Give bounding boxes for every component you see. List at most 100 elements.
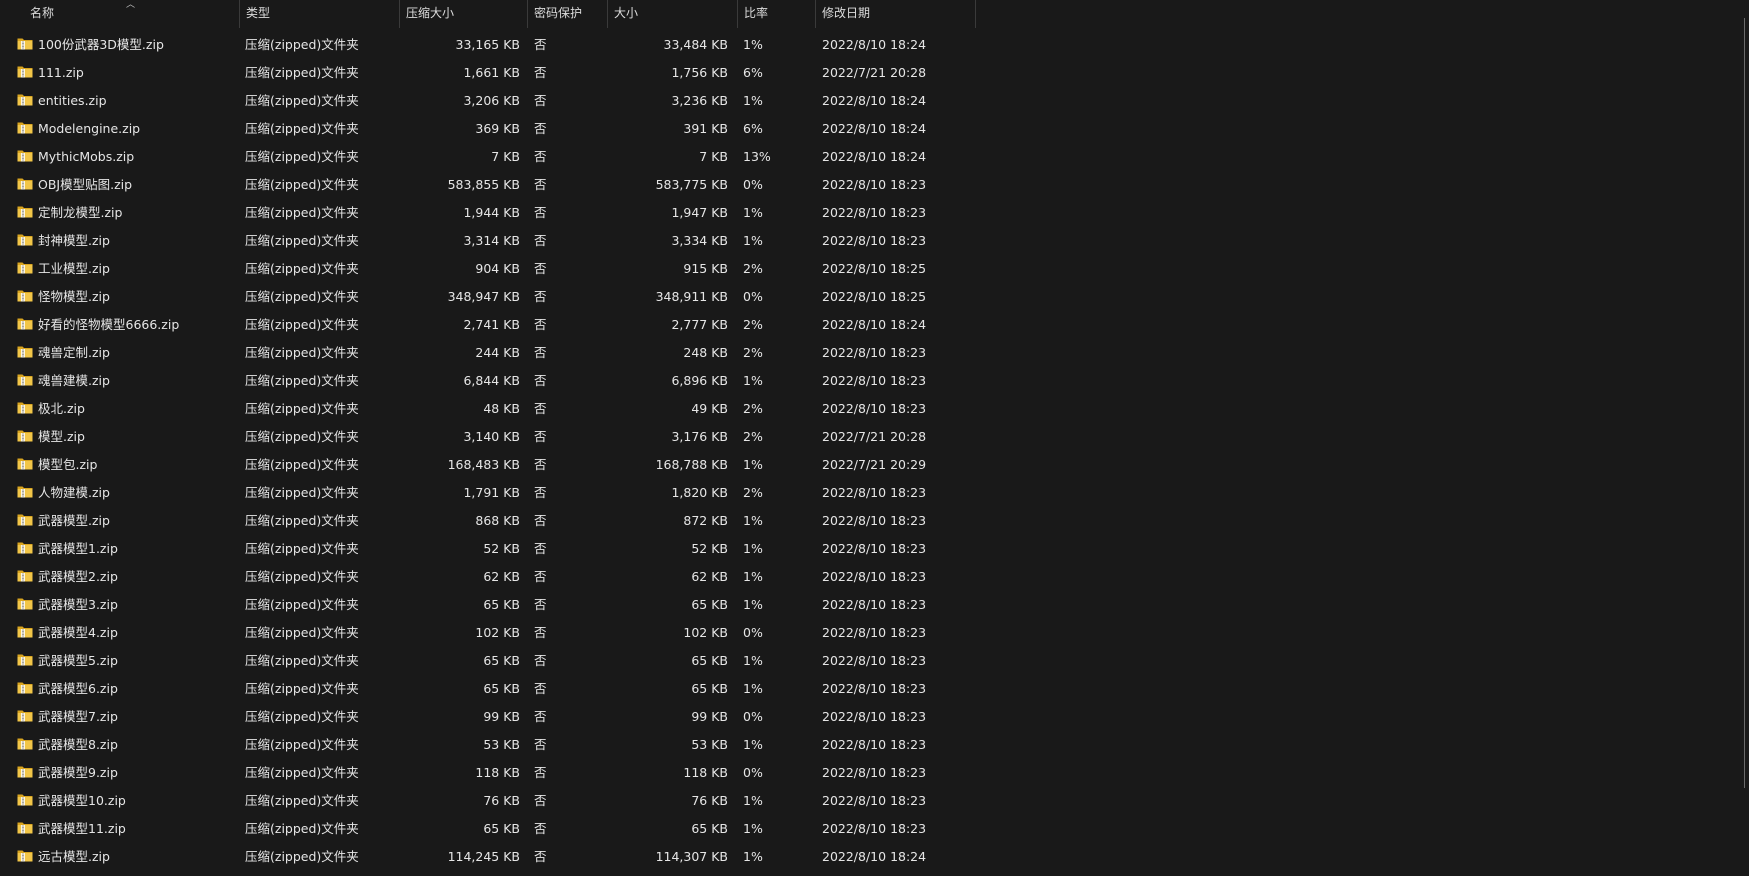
modified-date: 2022/7/21 20:29 [822, 457, 927, 472]
file-name: 111.zip [38, 65, 84, 80]
table-row[interactable]: 武器模型7.zip 压缩(zipped)文件夹 99 KB 否 99 KB 0%… [0, 705, 980, 733]
table-row[interactable]: 极北.zip 压缩(zipped)文件夹 48 KB 否 49 KB 2% 20… [0, 397, 980, 425]
file-name-cell: entities.zip [17, 89, 237, 117]
table-row[interactable]: 模型包.zip 压缩(zipped)文件夹 168,483 KB 否 168,7… [0, 453, 980, 481]
table-row[interactable]: Modelengine.zip 压缩(zipped)文件夹 369 KB 否 3… [0, 117, 980, 145]
file-name-cell: 魂兽定制.zip [17, 341, 237, 369]
zip-folder-icon [17, 710, 33, 722]
table-row[interactable]: 武器模型1.zip 压缩(zipped)文件夹 52 KB 否 52 KB 1%… [0, 537, 980, 565]
table-row[interactable]: 武器模型5.zip 压缩(zipped)文件夹 65 KB 否 65 KB 1%… [0, 649, 980, 677]
file-name: 武器模型5.zip [38, 653, 118, 668]
column-header-compressed-size[interactable]: 压缩大小 [400, 0, 528, 28]
zip-folder-icon [17, 682, 33, 694]
file-size: 33,484 KB [663, 37, 728, 52]
table-row[interactable]: 怪物模型.zip 压缩(zipped)文件夹 348,947 KB 否 348,… [0, 285, 980, 313]
table-row[interactable]: 100份武器3D模型.zip 压缩(zipped)文件夹 33,165 KB 否… [0, 33, 980, 61]
file-name: 武器模型11.zip [38, 821, 126, 836]
compression-ratio: 1% [743, 569, 763, 584]
file-name: 武器模型.zip [38, 513, 110, 528]
file-name: 武器模型4.zip [38, 625, 118, 640]
table-row[interactable]: 武器模型4.zip 压缩(zipped)文件夹 102 KB 否 102 KB … [0, 621, 980, 649]
file-type: 压缩(zipped)文件夹 [245, 65, 359, 80]
table-row[interactable]: 工业模型.zip 压缩(zipped)文件夹 904 KB 否 915 KB 2… [0, 257, 980, 285]
file-name: 工业模型.zip [38, 261, 110, 276]
compressed-size: 48 KB [483, 401, 520, 416]
table-row[interactable]: 武器模型9.zip 压缩(zipped)文件夹 118 KB 否 118 KB … [0, 761, 980, 789]
compression-ratio: 6% [743, 65, 763, 80]
file-name-cell: 武器模型7.zip [17, 705, 237, 733]
column-header-name[interactable]: 名称 [0, 0, 240, 28]
file-type: 压缩(zipped)文件夹 [245, 485, 359, 500]
modified-date: 2022/8/10 18:23 [822, 737, 927, 752]
compressed-size: 904 KB [475, 261, 520, 276]
table-row[interactable]: 武器模型11.zip 压缩(zipped)文件夹 65 KB 否 65 KB 1… [0, 817, 980, 845]
table-row[interactable]: 魂兽定制.zip 压缩(zipped)文件夹 244 KB 否 248 KB 2… [0, 341, 980, 369]
file-size: 1,756 KB [671, 65, 728, 80]
table-row[interactable]: entities.zip 压缩(zipped)文件夹 3,206 KB 否 3,… [0, 89, 980, 117]
password-protected: 否 [534, 793, 547, 808]
column-header-ratio[interactable]: 比率 [738, 0, 816, 28]
table-row[interactable]: 模型.zip 压缩(zipped)文件夹 3,140 KB 否 3,176 KB… [0, 425, 980, 453]
password-protected: 否 [534, 597, 547, 612]
table-row[interactable]: 定制龙模型.zip 压缩(zipped)文件夹 1,944 KB 否 1,947… [0, 201, 980, 229]
table-row[interactable]: 武器模型8.zip 压缩(zipped)文件夹 53 KB 否 53 KB 1%… [0, 733, 980, 761]
file-type: 压缩(zipped)文件夹 [245, 149, 359, 164]
column-header-type[interactable]: 类型 [240, 0, 400, 28]
file-type: 压缩(zipped)文件夹 [245, 401, 359, 416]
file-name-cell: 武器模型.zip [17, 509, 237, 537]
compression-ratio: 6% [743, 121, 763, 136]
file-name: 武器模型2.zip [38, 569, 118, 584]
file-size: 348,911 KB [655, 289, 728, 304]
table-row[interactable]: 魂兽建模.zip 压缩(zipped)文件夹 6,844 KB 否 6,896 … [0, 369, 980, 397]
compression-ratio: 1% [743, 849, 763, 864]
file-name-cell: 封神模型.zip [17, 229, 237, 257]
modified-date: 2022/8/10 18:24 [822, 121, 927, 136]
table-row[interactable]: 111.zip 压缩(zipped)文件夹 1,661 KB 否 1,756 K… [0, 61, 980, 89]
table-row[interactable]: 好看的怪物模型6666.zip 压缩(zipped)文件夹 2,741 KB 否… [0, 313, 980, 341]
table-row[interactable]: 人物建模.zip 压缩(zipped)文件夹 1,791 KB 否 1,820 … [0, 481, 980, 509]
modified-date: 2022/8/10 18:24 [822, 93, 927, 108]
table-row[interactable]: 武器模型2.zip 压缩(zipped)文件夹 62 KB 否 62 KB 1%… [0, 565, 980, 593]
modified-date: 2022/8/10 18:23 [822, 541, 927, 556]
compression-ratio: 13% [743, 149, 771, 164]
compressed-size: 2,741 KB [463, 317, 520, 332]
password-protected: 否 [534, 765, 547, 780]
table-row[interactable]: 武器模型.zip 压缩(zipped)文件夹 868 KB 否 872 KB 1… [0, 509, 980, 537]
file-name-cell: MythicMobs.zip [17, 145, 237, 173]
file-name-cell: 武器模型4.zip [17, 621, 237, 649]
column-header-size[interactable]: 大小 [608, 0, 738, 28]
compression-ratio: 1% [743, 793, 763, 808]
table-row[interactable]: 封神模型.zip 压缩(zipped)文件夹 3,314 KB 否 3,334 … [0, 229, 980, 257]
password-protected: 否 [534, 345, 547, 360]
modified-date: 2022/8/10 18:23 [822, 345, 927, 360]
compression-ratio: 1% [743, 821, 763, 836]
table-row[interactable]: 武器模型10.zip 压缩(zipped)文件夹 76 KB 否 76 KB 1… [0, 789, 980, 817]
column-header-modified[interactable]: 修改日期 [816, 0, 976, 28]
file-name: Modelengine.zip [38, 121, 141, 136]
table-row[interactable]: OBJ模型贴图.zip 压缩(zipped)文件夹 583,855 KB 否 5… [0, 173, 980, 201]
modified-date: 2022/8/10 18:23 [822, 597, 927, 612]
file-name-cell: 魂兽建模.zip [17, 369, 237, 397]
column-header-password[interactable]: 密码保护 [528, 0, 608, 28]
file-name-cell: 人物建模.zip [17, 481, 237, 509]
file-size: 76 KB [691, 793, 728, 808]
compressed-size: 53 KB [483, 737, 520, 752]
compressed-size: 1,791 KB [463, 485, 520, 500]
file-name-cell: 定制龙模型.zip [17, 201, 237, 229]
password-protected: 否 [534, 65, 547, 80]
file-name-cell: 工业模型.zip [17, 257, 237, 285]
vertical-scrollbar[interactable] [1744, 18, 1745, 788]
zip-folder-icon [17, 570, 33, 582]
file-name: 极北.zip [38, 401, 85, 416]
table-row[interactable]: 武器模型6.zip 压缩(zipped)文件夹 65 KB 否 65 KB 1%… [0, 677, 980, 705]
modified-date: 2022/8/10 18:23 [822, 513, 927, 528]
zip-folder-icon [17, 122, 33, 134]
file-name-cell: 极北.zip [17, 397, 237, 425]
password-protected: 否 [534, 205, 547, 220]
table-row[interactable]: MythicMobs.zip 压缩(zipped)文件夹 7 KB 否 7 KB… [0, 145, 980, 173]
file-name-cell: 好看的怪物模型6666.zip [17, 313, 237, 341]
table-row[interactable]: 远古模型.zip 压缩(zipped)文件夹 114,245 KB 否 114,… [0, 845, 980, 873]
password-protected: 否 [534, 177, 547, 192]
table-row[interactable]: 武器模型3.zip 压缩(zipped)文件夹 65 KB 否 65 KB 1%… [0, 593, 980, 621]
file-name: 怪物模型.zip [38, 289, 110, 304]
